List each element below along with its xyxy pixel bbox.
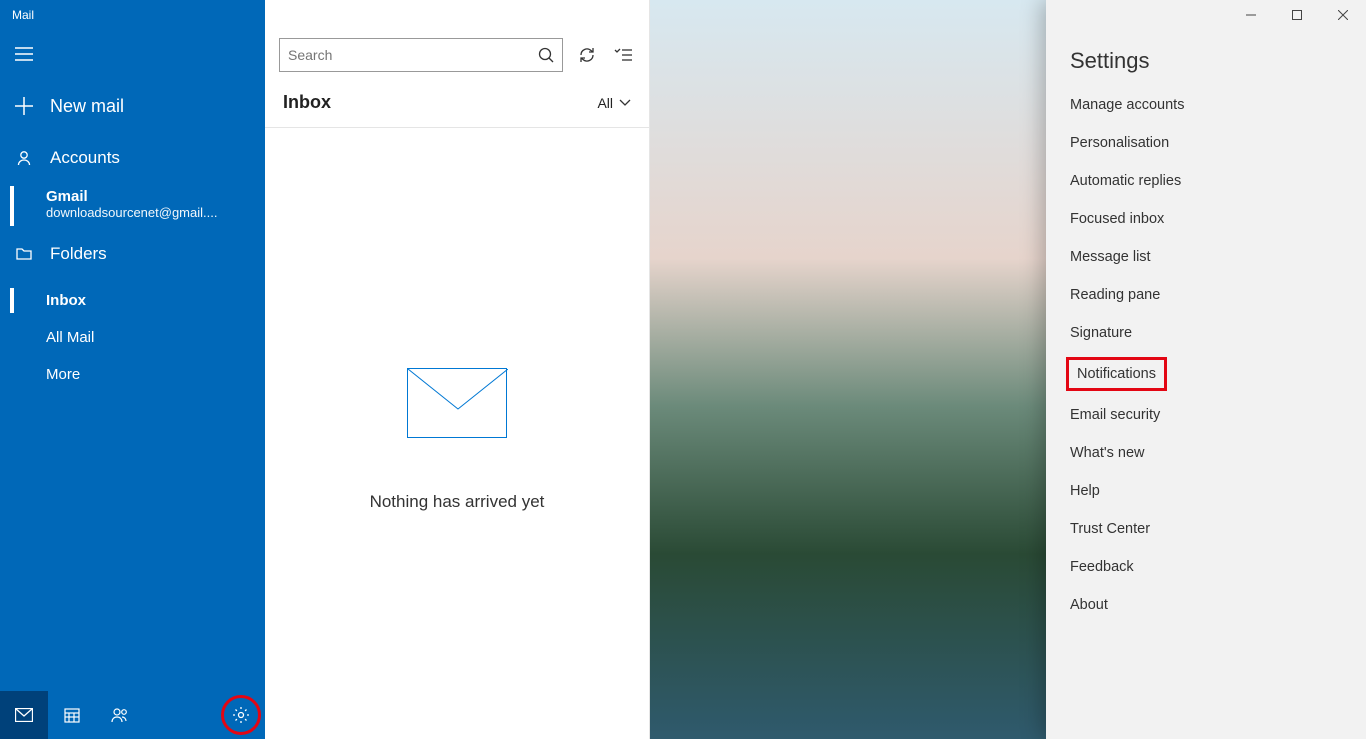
minimize-button[interactable] (1228, 0, 1274, 30)
inbox-title: Inbox (283, 92, 331, 113)
select-icon (614, 48, 632, 62)
sidebar-bottom-bar (0, 691, 265, 739)
folder-icon (14, 247, 34, 261)
chevron-down-icon (619, 99, 631, 107)
refresh-icon (578, 46, 596, 64)
folders-header[interactable]: Folders (0, 230, 265, 278)
settings-item-help[interactable]: Help (1046, 472, 1366, 510)
settings-item-message-list[interactable]: Message list (1046, 238, 1366, 276)
settings-button[interactable] (217, 691, 265, 739)
settings-panel: Settings Manage accountsPersonalisationA… (1046, 0, 1366, 739)
settings-item-feedback[interactable]: Feedback (1046, 548, 1366, 586)
select-mode-button[interactable] (611, 43, 635, 67)
people-icon (111, 707, 129, 723)
folder-label: More (46, 366, 80, 383)
settings-item-focused-inbox[interactable]: Focused inbox (1046, 200, 1366, 238)
envelope-icon (407, 368, 507, 438)
folder-all-mail[interactable]: All Mail (0, 319, 265, 356)
search-input[interactable] (288, 47, 538, 63)
search-icon[interactable] (538, 47, 554, 63)
settings-item-personalisation[interactable]: Personalisation (1046, 124, 1366, 162)
folders-list: Inbox All Mail More (0, 278, 265, 393)
account-item[interactable]: Gmail downloadsourcenet@gmail.... (0, 182, 265, 230)
inbox-header: Inbox All (265, 80, 649, 128)
mail-icon (15, 708, 33, 722)
calendar-icon (64, 707, 80, 723)
hamburger-icon (15, 47, 33, 61)
message-list-pane: Inbox All Nothing has arrived yet (265, 0, 650, 739)
settings-item-manage-accounts[interactable]: Manage accounts (1046, 86, 1366, 124)
filter-dropdown[interactable]: All (597, 95, 631, 111)
settings-title: Settings (1046, 48, 1366, 86)
search-row (265, 30, 649, 80)
app-title: Mail (0, 8, 34, 22)
account-email: downloadsourcenet@gmail.... (46, 205, 265, 220)
new-mail-label: New mail (50, 96, 124, 117)
maximize-button[interactable] (1274, 0, 1320, 30)
folder-more[interactable]: More (0, 356, 265, 393)
sidebar: New mail Accounts Gmail downloadsourcene… (0, 0, 265, 739)
settings-highlight-circle (221, 695, 261, 735)
settings-item-notifications[interactable]: Notifications (1066, 357, 1167, 391)
close-button[interactable] (1320, 0, 1366, 30)
settings-items-list: Manage accountsPersonalisationAutomatic … (1046, 86, 1366, 624)
folder-label: All Mail (46, 329, 94, 346)
folder-inbox[interactable]: Inbox (0, 282, 265, 319)
settings-item-trust-center[interactable]: Trust Center (1046, 510, 1366, 548)
account-name: Gmail (46, 188, 265, 205)
settings-item-reading-pane[interactable]: Reading pane (1046, 276, 1366, 314)
mail-tab-button[interactable] (0, 691, 48, 739)
new-mail-button[interactable]: New mail (0, 78, 265, 134)
settings-item-email-security[interactable]: Email security (1046, 396, 1366, 434)
hamburger-button[interactable] (0, 30, 48, 78)
settings-item-about[interactable]: About (1046, 586, 1366, 624)
gear-icon (232, 706, 250, 724)
empty-state: Nothing has arrived yet (265, 128, 649, 739)
settings-item-signature[interactable]: Signature (1046, 314, 1366, 352)
window-controls (1228, 0, 1366, 30)
settings-item-what's-new[interactable]: What's new (1046, 434, 1366, 472)
people-tab-button[interactable] (96, 691, 144, 739)
settings-item-automatic-replies[interactable]: Automatic replies (1046, 162, 1366, 200)
mail-app: Mail New mail Accounts Gmail downloadsou… (0, 0, 1366, 739)
folders-label: Folders (50, 244, 107, 264)
accounts-header[interactable]: Accounts (0, 134, 265, 182)
empty-message: Nothing has arrived yet (370, 492, 545, 512)
filter-label: All (597, 95, 613, 111)
person-icon (14, 150, 34, 166)
accounts-label: Accounts (50, 148, 120, 168)
calendar-tab-button[interactable] (48, 691, 96, 739)
search-box[interactable] (279, 38, 563, 72)
sync-button[interactable] (575, 43, 599, 67)
plus-icon (14, 96, 34, 116)
folder-label: Inbox (46, 292, 86, 309)
